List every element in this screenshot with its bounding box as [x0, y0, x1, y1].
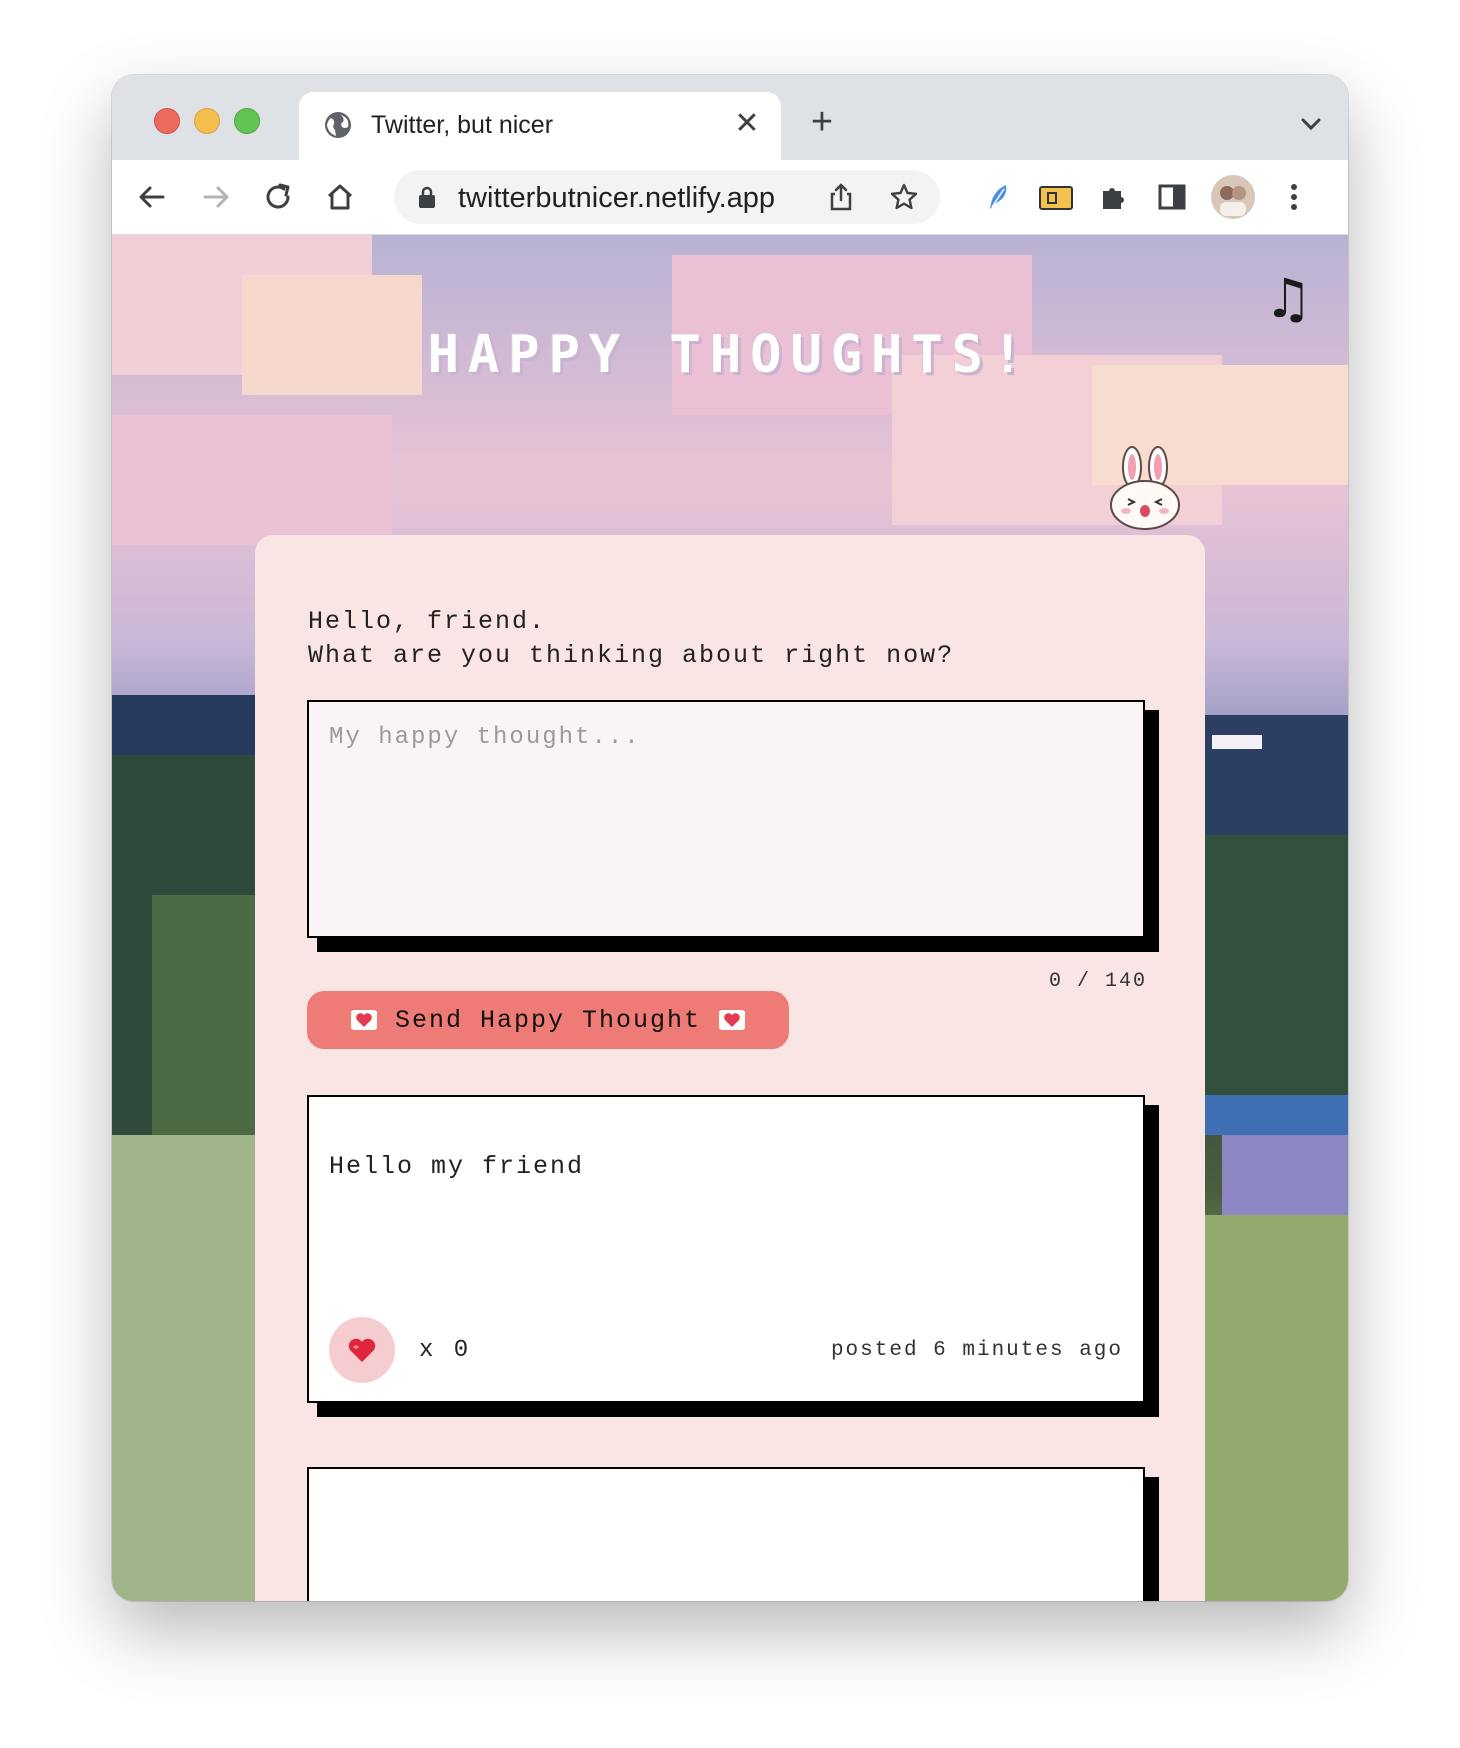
browser-window: Twitter, but nicer ✕ + twitterbutnicer.n…: [112, 75, 1348, 1601]
close-window-button[interactable]: [154, 108, 180, 134]
character-counter: 0 / 140: [1048, 970, 1147, 993]
address-bar[interactable]: twitterbutnicer.netlify.app: [394, 170, 940, 224]
send-button-label: Send Happy Thought: [394, 1005, 702, 1035]
snow-shape: [1212, 735, 1262, 749]
home-icon[interactable]: [320, 177, 360, 217]
folder-extension-icon[interactable]: [1036, 177, 1076, 217]
more-menu-icon[interactable]: [1274, 177, 1314, 217]
heart-letter-icon: [350, 1010, 377, 1030]
thoughts-card: Hello, friend. What are you thinking abo…: [255, 535, 1205, 1601]
tab-title: Twitter, but nicer: [371, 111, 554, 139]
happy-thought-input[interactable]: [307, 700, 1145, 938]
cloud-shape: [112, 415, 392, 545]
bunny-mascot-icon: [1110, 446, 1180, 530]
forest-shape: [1202, 835, 1348, 1125]
avatar[interactable]: [1210, 174, 1256, 220]
page-title: HAPPY THOUGHTS!: [427, 325, 1033, 385]
flowers-shape: [1222, 1135, 1348, 1225]
posted-time: posted 6 minutes ago: [830, 1339, 1123, 1362]
thought-card: Hello my friend x 0 posted 6 minutes ago: [307, 1095, 1145, 1403]
meadow-shape: [112, 1135, 272, 1601]
greeting-text: Hello, friend. What are you thinking abo…: [308, 607, 955, 670]
music-note-icon[interactable]: ♫: [1264, 271, 1312, 327]
minimize-window-button[interactable]: [194, 108, 220, 134]
lock-icon[interactable]: [416, 185, 438, 209]
forward-arrow-icon[interactable]: [196, 177, 236, 217]
like-button[interactable]: [329, 1317, 395, 1383]
mountain-shape: [1202, 715, 1348, 835]
back-arrow-icon[interactable]: [132, 177, 172, 217]
bookmark-star-icon[interactable]: [888, 181, 920, 213]
reload-icon[interactable]: [258, 177, 298, 217]
feather-extension-icon[interactable]: [978, 177, 1018, 217]
chevron-down-icon[interactable]: [1296, 109, 1326, 139]
send-happy-thought-button[interactable]: Send Happy Thought: [307, 991, 789, 1049]
forest-shape: [152, 895, 272, 1155]
new-tab-button[interactable]: +: [802, 102, 842, 142]
thought-card: [307, 1467, 1145, 1601]
share-icon[interactable]: [826, 182, 856, 212]
page-viewport: ♫ HAPPY THOUGHTS! Hello, friend. What ar…: [112, 235, 1348, 1601]
heart-icon: [348, 1338, 376, 1362]
lake-shape: [1202, 1095, 1348, 1135]
globe-icon: [325, 112, 351, 138]
browser-toolbar: twitterbutnicer.netlify.app: [112, 160, 1348, 235]
like-count: x 0: [419, 1337, 472, 1364]
tab-twitter-but-nicer[interactable]: Twitter, but nicer ✕: [299, 92, 781, 160]
puzzle-extensions-icon[interactable]: [1094, 177, 1134, 217]
heart-letter-icon: [719, 1010, 746, 1030]
side-panel-icon[interactable]: [1152, 177, 1192, 217]
thought-message: Hello my friend: [329, 1152, 585, 1181]
close-tab-icon[interactable]: ✕: [729, 106, 765, 142]
zoom-window-button[interactable]: [234, 108, 260, 134]
tab-strip: Twitter, but nicer ✕ +: [112, 75, 1348, 160]
meadow-shape: [1202, 1215, 1348, 1601]
url-text[interactable]: twitterbutnicer.netlify.app: [458, 183, 775, 213]
